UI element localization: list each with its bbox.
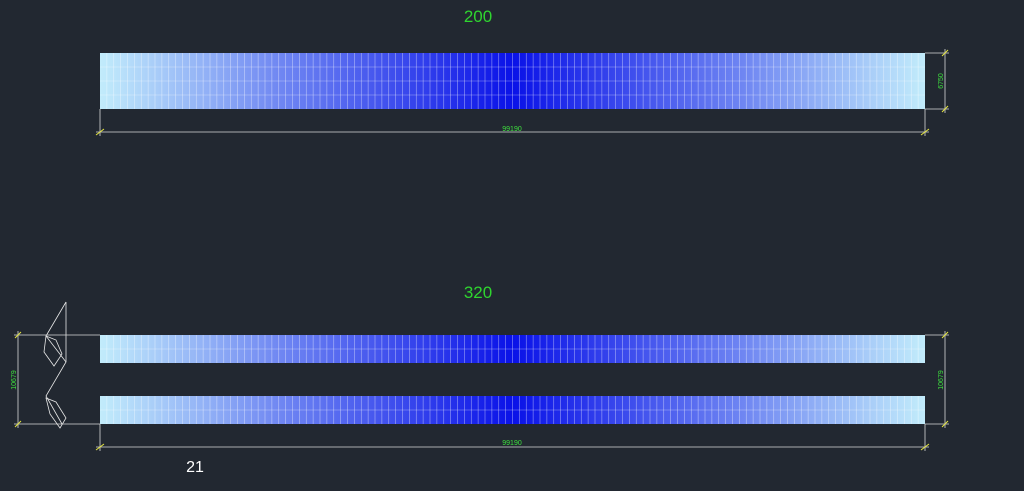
drawing-note: 21 bbox=[186, 459, 204, 476]
top-panel-array bbox=[100, 53, 925, 109]
top-width-dimension: 99190 bbox=[502, 126, 522, 133]
cad-drawing-canvas: 200 320 99190 6750 99190 10679 10679 21 bbox=[11, 7, 949, 476]
bottom-height-dimension-right: 10679 bbox=[938, 370, 945, 390]
top-view-label: 200 bbox=[464, 7, 492, 26]
top-panel-grid bbox=[100, 53, 925, 109]
bottom-width-dimension: 99190 bbox=[502, 440, 522, 447]
top-height-dimension: 6750 bbox=[938, 73, 945, 89]
bottom-panel-array bbox=[100, 335, 925, 424]
bottom-panel-grid bbox=[100, 335, 925, 424]
bottom-view-label: 320 bbox=[464, 283, 492, 302]
side-profile-sketch bbox=[43, 301, 67, 429]
bottom-height-dimension-left: 10679 bbox=[11, 370, 18, 390]
